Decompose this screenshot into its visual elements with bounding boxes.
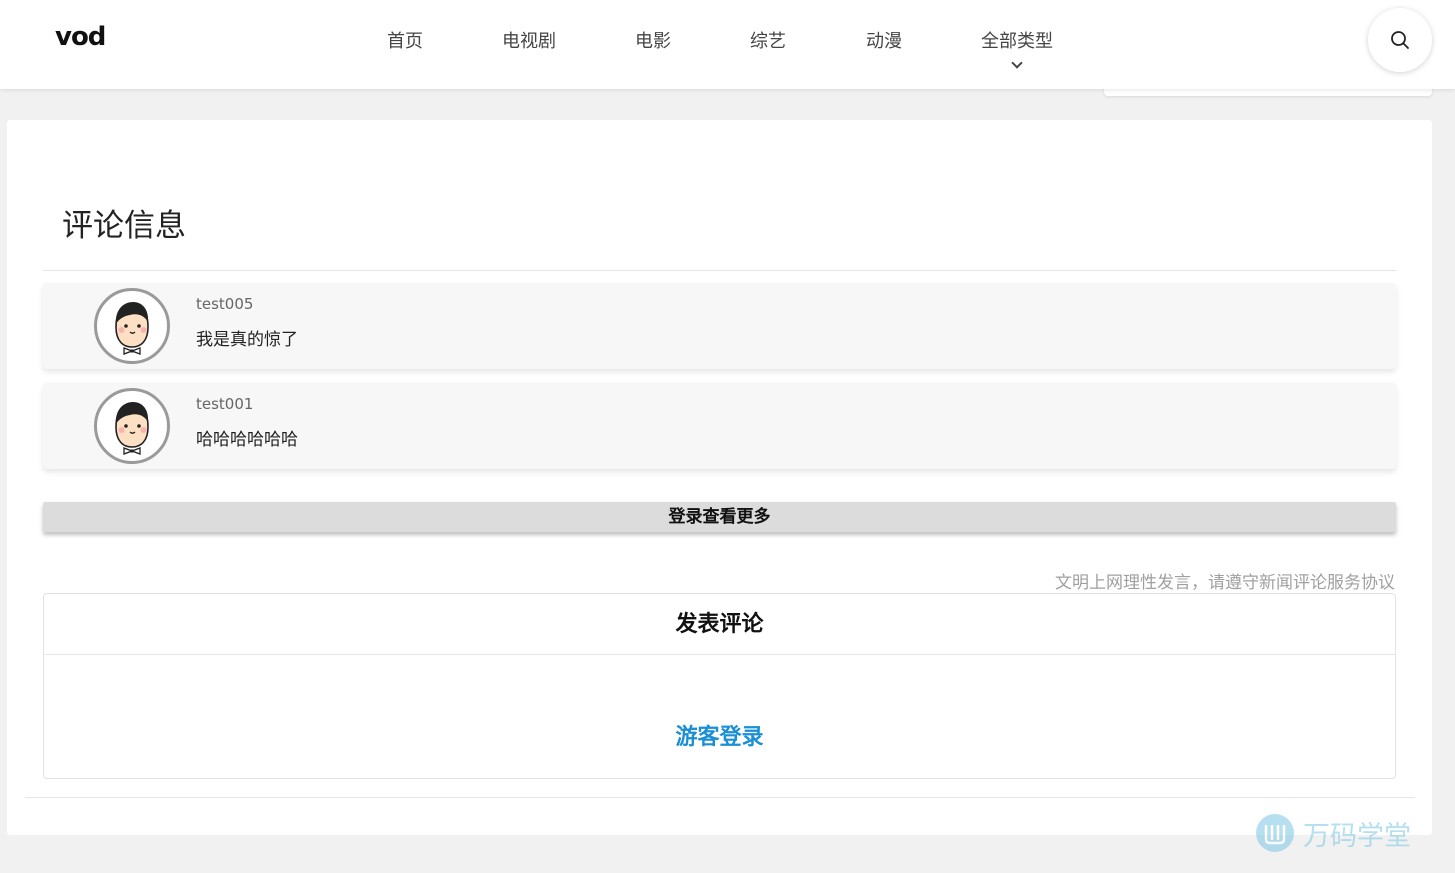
divider <box>43 270 1396 271</box>
comment-text: 我是真的惊了 <box>196 330 298 350</box>
search-icon <box>1391 31 1409 49</box>
nav-tv-series[interactable]: 电视剧 <box>502 27 556 53</box>
comment-username: test001 <box>196 395 254 413</box>
comment-policy-notice: 文明上网理性发言，请遵守新闻评论服务协议 <box>1055 573 1395 593</box>
watermark: 万码学堂 <box>1255 811 1411 855</box>
nav-movies[interactable]: 电影 <box>635 27 671 53</box>
nav-all-types-label: 全部类型 <box>981 31 1053 52</box>
comment-text: 哈哈哈哈哈哈 <box>196 430 298 450</box>
nav-variety[interactable]: 综艺 <box>750 27 786 53</box>
divider <box>25 797 1415 798</box>
watermark-text: 万码学堂 <box>1303 820 1411 852</box>
avatar <box>94 388 170 464</box>
nav-all-types[interactable]: 全部类型 <box>981 27 1053 69</box>
watermark-logo-icon <box>1256 814 1294 852</box>
comments-title: 评论信息 <box>62 208 186 244</box>
nav-home[interactable]: 首页 <box>387 27 423 53</box>
comment-item: test001 哈哈哈哈哈哈 <box>43 383 1396 469</box>
post-comment-box: 发表评论 游客登录 <box>43 593 1396 779</box>
avatar <box>94 288 170 364</box>
comment-username: test005 <box>196 295 254 313</box>
comments-card: 评论信息 test005 我是真的惊了 test001 哈哈哈哈哈哈 登录查看更… <box>7 120 1432 835</box>
guest-login-link[interactable]: 游客登录 <box>44 719 1395 751</box>
login-view-more-button[interactable]: 登录查看更多 <box>43 502 1396 532</box>
chevron-down-icon <box>1011 57 1023 69</box>
site-logo[interactable]: vod <box>55 22 106 52</box>
cartoon-boy-avatar-icon <box>115 402 149 455</box>
comment-item: test005 我是真的惊了 <box>43 283 1396 369</box>
top-header: vod 首页 电视剧 电影 综艺 动漫 全部类型 <box>0 0 1455 89</box>
post-comment-title: 发表评论 <box>44 594 1395 655</box>
search-button[interactable] <box>1368 8 1432 72</box>
nav-anime[interactable]: 动漫 <box>866 27 902 53</box>
cartoon-boy-avatar-icon <box>115 302 149 355</box>
